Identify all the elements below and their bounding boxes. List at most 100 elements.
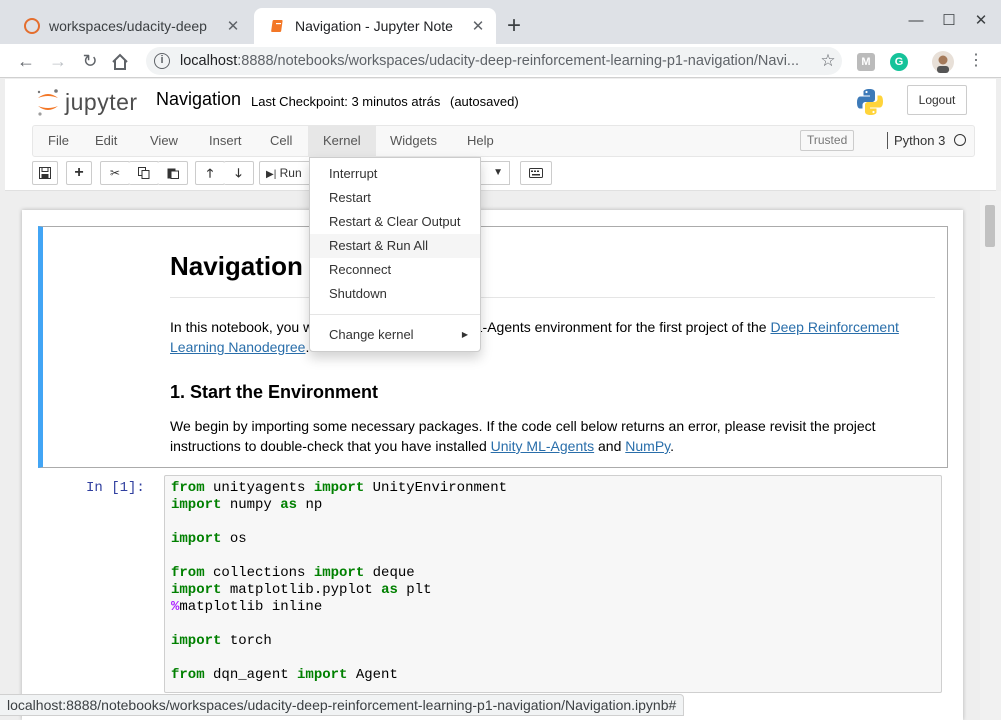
menu-edit[interactable]: Edit <box>80 126 132 156</box>
menu-file[interactable]: File <box>33 126 84 156</box>
paste-icon <box>167 168 179 179</box>
menu-divider <box>310 314 480 315</box>
code-line: import numpy as np <box>171 497 935 514</box>
menu-kernel[interactable]: Kernel <box>308 126 376 156</box>
browser-menu-icon[interactable]: ⋮ <box>964 50 988 74</box>
url-input[interactable]: i localhost:8888/notebooks/workspaces/ud… <box>146 47 842 75</box>
dropdown-arrow-icon: ▼ <box>493 167 503 178</box>
kernel-menu-reconnect[interactable]: Reconnect <box>310 258 480 282</box>
command-palette-button[interactable] <box>520 161 552 185</box>
code-token: import <box>171 633 222 649</box>
extension-m-icon[interactable]: M <box>857 53 875 71</box>
code-token: Agent <box>347 667 398 683</box>
numpy-link[interactable]: NumPy <box>625 438 670 454</box>
notebook-container: Navigation In this notebook, you wy ML-A… <box>22 210 963 720</box>
menu-bar: File Edit View Insert Cell Kernel Widget… <box>5 125 996 157</box>
site-info-icon[interactable]: i <box>154 53 170 69</box>
heading-divider <box>170 297 935 298</box>
menu-help[interactable]: Help <box>452 126 509 156</box>
cut-button[interactable]: ✂ <box>100 161 130 185</box>
code-token: np <box>297 497 323 513</box>
bookmark-star-icon[interactable]: ☆ <box>814 51 842 71</box>
window-close-icon[interactable]: ✕ <box>972 12 990 30</box>
link-status-bar: localhost:8888/notebooks/workspaces/udac… <box>0 694 685 716</box>
kernel-menu-restart[interactable]: Restart <box>310 186 480 210</box>
trusted-badge[interactable]: Trusted <box>800 130 855 151</box>
move-up-button[interactable]: 🡑 <box>195 161 225 185</box>
code-token: from <box>171 480 205 496</box>
code-cell[interactable]: from unityagents import UnityEnvironment… <box>164 475 942 693</box>
home-icon[interactable] <box>110 52 130 72</box>
code-line: import os <box>171 531 935 548</box>
code-line: from dqn_agent import Agent <box>171 667 935 684</box>
copy-icon <box>137 167 149 179</box>
notebook-toolbar: + ✂ 🡑 🡓 ▶| Run ▼ <box>5 157 996 191</box>
code-token: plt <box>397 582 432 598</box>
save-icon <box>39 167 51 179</box>
scrollbar-thumb[interactable] <box>985 205 995 247</box>
page-scrollbar[interactable] <box>980 191 1001 720</box>
maximize-icon[interactable]: ☐ <box>940 12 958 30</box>
kernel-menu-interrupt[interactable]: Interrupt <box>310 162 480 186</box>
notebook-heading: Navigation <box>170 251 303 281</box>
minimize-icon[interactable]: — <box>907 12 925 30</box>
insert-cell-button[interactable]: + <box>66 161 92 185</box>
code-token: torch <box>221 633 272 649</box>
code-token: deque <box>364 565 415 581</box>
code-token: import <box>171 531 222 547</box>
address-bar: ← → ↻ i localhost:8888/notebooks/workspa… <box>0 44 1001 78</box>
markdown-cell[interactable]: Navigation In this notebook, you wy ML-A… <box>38 226 948 468</box>
kernel-menu-shutdown[interactable]: Shutdown <box>310 282 480 306</box>
submenu-arrow-icon: ▶ <box>461 330 468 339</box>
kernel-menu-restart-clear-output[interactable]: Restart & Clear Output <box>310 210 480 234</box>
logout-button[interactable]: Logout <box>907 85 967 115</box>
jupyter-logo[interactable]: jupyter <box>35 87 147 117</box>
arrow-up-icon: 🡑 <box>206 166 214 180</box>
grammarly-icon[interactable]: G <box>890 53 908 71</box>
move-down-button[interactable]: 🡓 <box>224 161 254 185</box>
menu-insert[interactable]: Insert <box>194 126 257 156</box>
code-token: from <box>171 565 205 581</box>
paste-button[interactable] <box>158 161 188 185</box>
autosave-status: (autosaved) <box>450 94 519 109</box>
forward-icon[interactable]: → <box>46 50 70 74</box>
reload-icon[interactable]: ↻ <box>78 50 102 74</box>
kernel-dropdown-menu: Interrupt Restart Restart & Clear Output… <box>309 157 481 352</box>
run-label: Run <box>279 166 302 180</box>
close-tab-icon[interactable]: ✕ <box>470 17 486 35</box>
tab-title: workspaces/udacity-deep <box>49 18 207 34</box>
code-token: import <box>313 565 365 581</box>
tab-title: Navigation - Jupyter Note <box>295 18 453 34</box>
save-button[interactable] <box>32 161 58 185</box>
back-icon[interactable]: ← <box>14 50 38 74</box>
plus-icon: + <box>74 164 84 181</box>
notebook-name[interactable]: Navigation <box>156 89 241 110</box>
section-heading: 1. Start the Environment <box>170 382 379 402</box>
code-editor[interactable]: from unityagents import UnityEnvironment… <box>171 480 935 684</box>
menu-widgets[interactable]: Widgets <box>375 126 452 156</box>
checkpoint-status: Last Checkpoint: 3 minutos atrás <box>251 94 441 109</box>
browser-tab-navigation[interactable]: Navigation - Jupyter Note ✕ <box>254 8 496 44</box>
code-line: import matplotlib.pyplot as plt <box>171 582 935 599</box>
browser-tab-workspaces[interactable]: workspaces/udacity-deep ✕ <box>8 8 251 44</box>
code-line: from collections import deque <box>171 565 935 582</box>
keyboard-icon <box>529 168 543 178</box>
scissors-icon: ✂ <box>109 166 121 180</box>
close-tab-icon[interactable]: ✕ <box>225 17 241 35</box>
kernel-menu-change-kernel[interactable]: Change kernel ▶ <box>310 323 480 347</box>
jupyter-favicon-icon <box>24 18 40 34</box>
code-line: %matplotlib inline <box>171 599 935 616</box>
run-button[interactable]: ▶| Run <box>259 161 311 185</box>
code-token: import <box>171 582 222 598</box>
unity-ml-agents-link[interactable]: Unity ML-Agents <box>491 438 594 454</box>
code-token: os <box>221 531 247 547</box>
menu-cell[interactable]: Cell <box>255 126 307 156</box>
kernel-menu-restart-run-all[interactable]: Restart & Run All <box>310 234 480 258</box>
new-tab-icon[interactable]: + <box>502 12 526 40</box>
profile-avatar[interactable] <box>932 51 954 73</box>
copy-button[interactable] <box>129 161 159 185</box>
code-token: UnityEnvironment <box>364 480 508 496</box>
menu-view[interactable]: View <box>135 126 193 156</box>
